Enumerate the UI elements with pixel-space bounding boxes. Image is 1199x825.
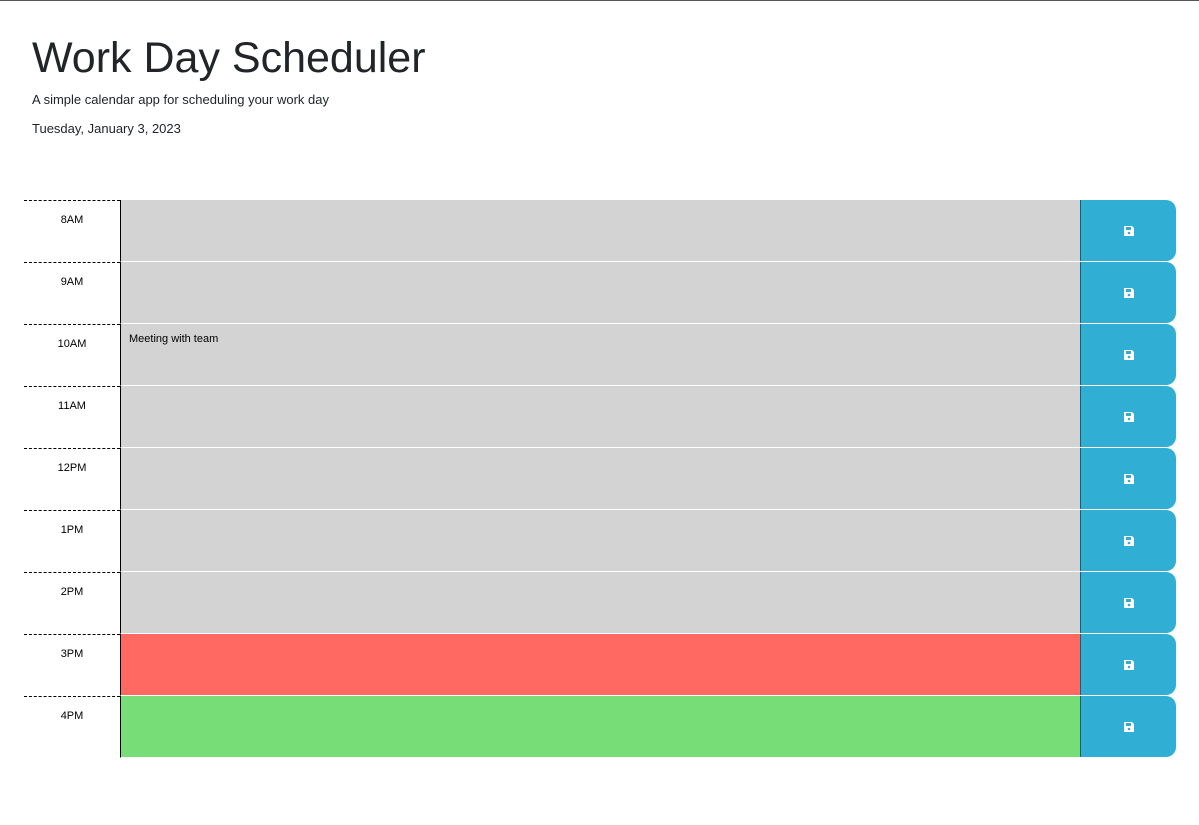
floppy-disk-icon bbox=[1123, 349, 1134, 360]
save-button[interactable] bbox=[1080, 324, 1176, 385]
save-button[interactable] bbox=[1080, 510, 1176, 571]
hour-label: 12PM bbox=[24, 448, 120, 510]
time-block: 4PM bbox=[24, 696, 1176, 758]
description-textarea[interactable] bbox=[120, 448, 1080, 510]
description-textarea[interactable] bbox=[120, 386, 1080, 448]
floppy-disk-icon bbox=[1123, 225, 1134, 236]
hour-label: 2PM bbox=[24, 572, 120, 634]
save-button[interactable] bbox=[1080, 572, 1176, 633]
time-block: 8AM bbox=[24, 200, 1176, 262]
time-block: 12PM bbox=[24, 448, 1176, 510]
save-button[interactable] bbox=[1080, 386, 1176, 447]
description-textarea[interactable] bbox=[120, 696, 1080, 758]
description-textarea[interactable] bbox=[120, 572, 1080, 634]
hour-label: 1PM bbox=[24, 510, 120, 572]
description-textarea[interactable]: Meeting with team bbox=[120, 324, 1080, 386]
time-block: 11AM bbox=[24, 386, 1176, 448]
page-header: Work Day Scheduler A simple calendar app… bbox=[32, 33, 426, 138]
save-button[interactable] bbox=[1080, 200, 1176, 261]
hour-label: 9AM bbox=[24, 262, 120, 324]
time-block: 10AM Meeting with team bbox=[24, 324, 1176, 386]
hour-label: 3PM bbox=[24, 634, 120, 696]
top-border bbox=[0, 0, 1199, 1]
description-textarea[interactable] bbox=[120, 510, 1080, 572]
hour-label: 10AM bbox=[24, 324, 120, 386]
floppy-disk-icon bbox=[1123, 535, 1134, 546]
floppy-disk-icon bbox=[1123, 659, 1134, 670]
page-subtitle: A simple calendar app for scheduling you… bbox=[32, 92, 329, 107]
current-day: Tuesday, January 3, 2023 bbox=[32, 121, 181, 136]
floppy-disk-icon bbox=[1123, 721, 1134, 732]
save-button[interactable] bbox=[1080, 634, 1176, 695]
time-block: 1PM bbox=[24, 510, 1176, 572]
hour-label: 8AM bbox=[24, 200, 120, 262]
save-button[interactable] bbox=[1080, 262, 1176, 323]
save-button[interactable] bbox=[1080, 696, 1176, 757]
schedule-container: 8AM 9AM 10AM Meeting with team 11AM 12PM bbox=[24, 200, 1176, 758]
floppy-disk-icon bbox=[1123, 287, 1134, 298]
time-block: 3PM bbox=[24, 634, 1176, 696]
time-block: 2PM bbox=[24, 572, 1176, 634]
description-textarea[interactable] bbox=[120, 634, 1080, 696]
time-block: 9AM bbox=[24, 262, 1176, 324]
floppy-disk-icon bbox=[1123, 597, 1134, 608]
floppy-disk-icon bbox=[1123, 473, 1134, 484]
hour-label: 11AM bbox=[24, 386, 120, 448]
floppy-disk-icon bbox=[1123, 411, 1134, 422]
page-title: Work Day Scheduler bbox=[32, 34, 426, 82]
description-textarea[interactable] bbox=[120, 200, 1080, 262]
hour-label: 4PM bbox=[24, 696, 120, 758]
description-textarea[interactable] bbox=[120, 262, 1080, 324]
save-button[interactable] bbox=[1080, 448, 1176, 509]
